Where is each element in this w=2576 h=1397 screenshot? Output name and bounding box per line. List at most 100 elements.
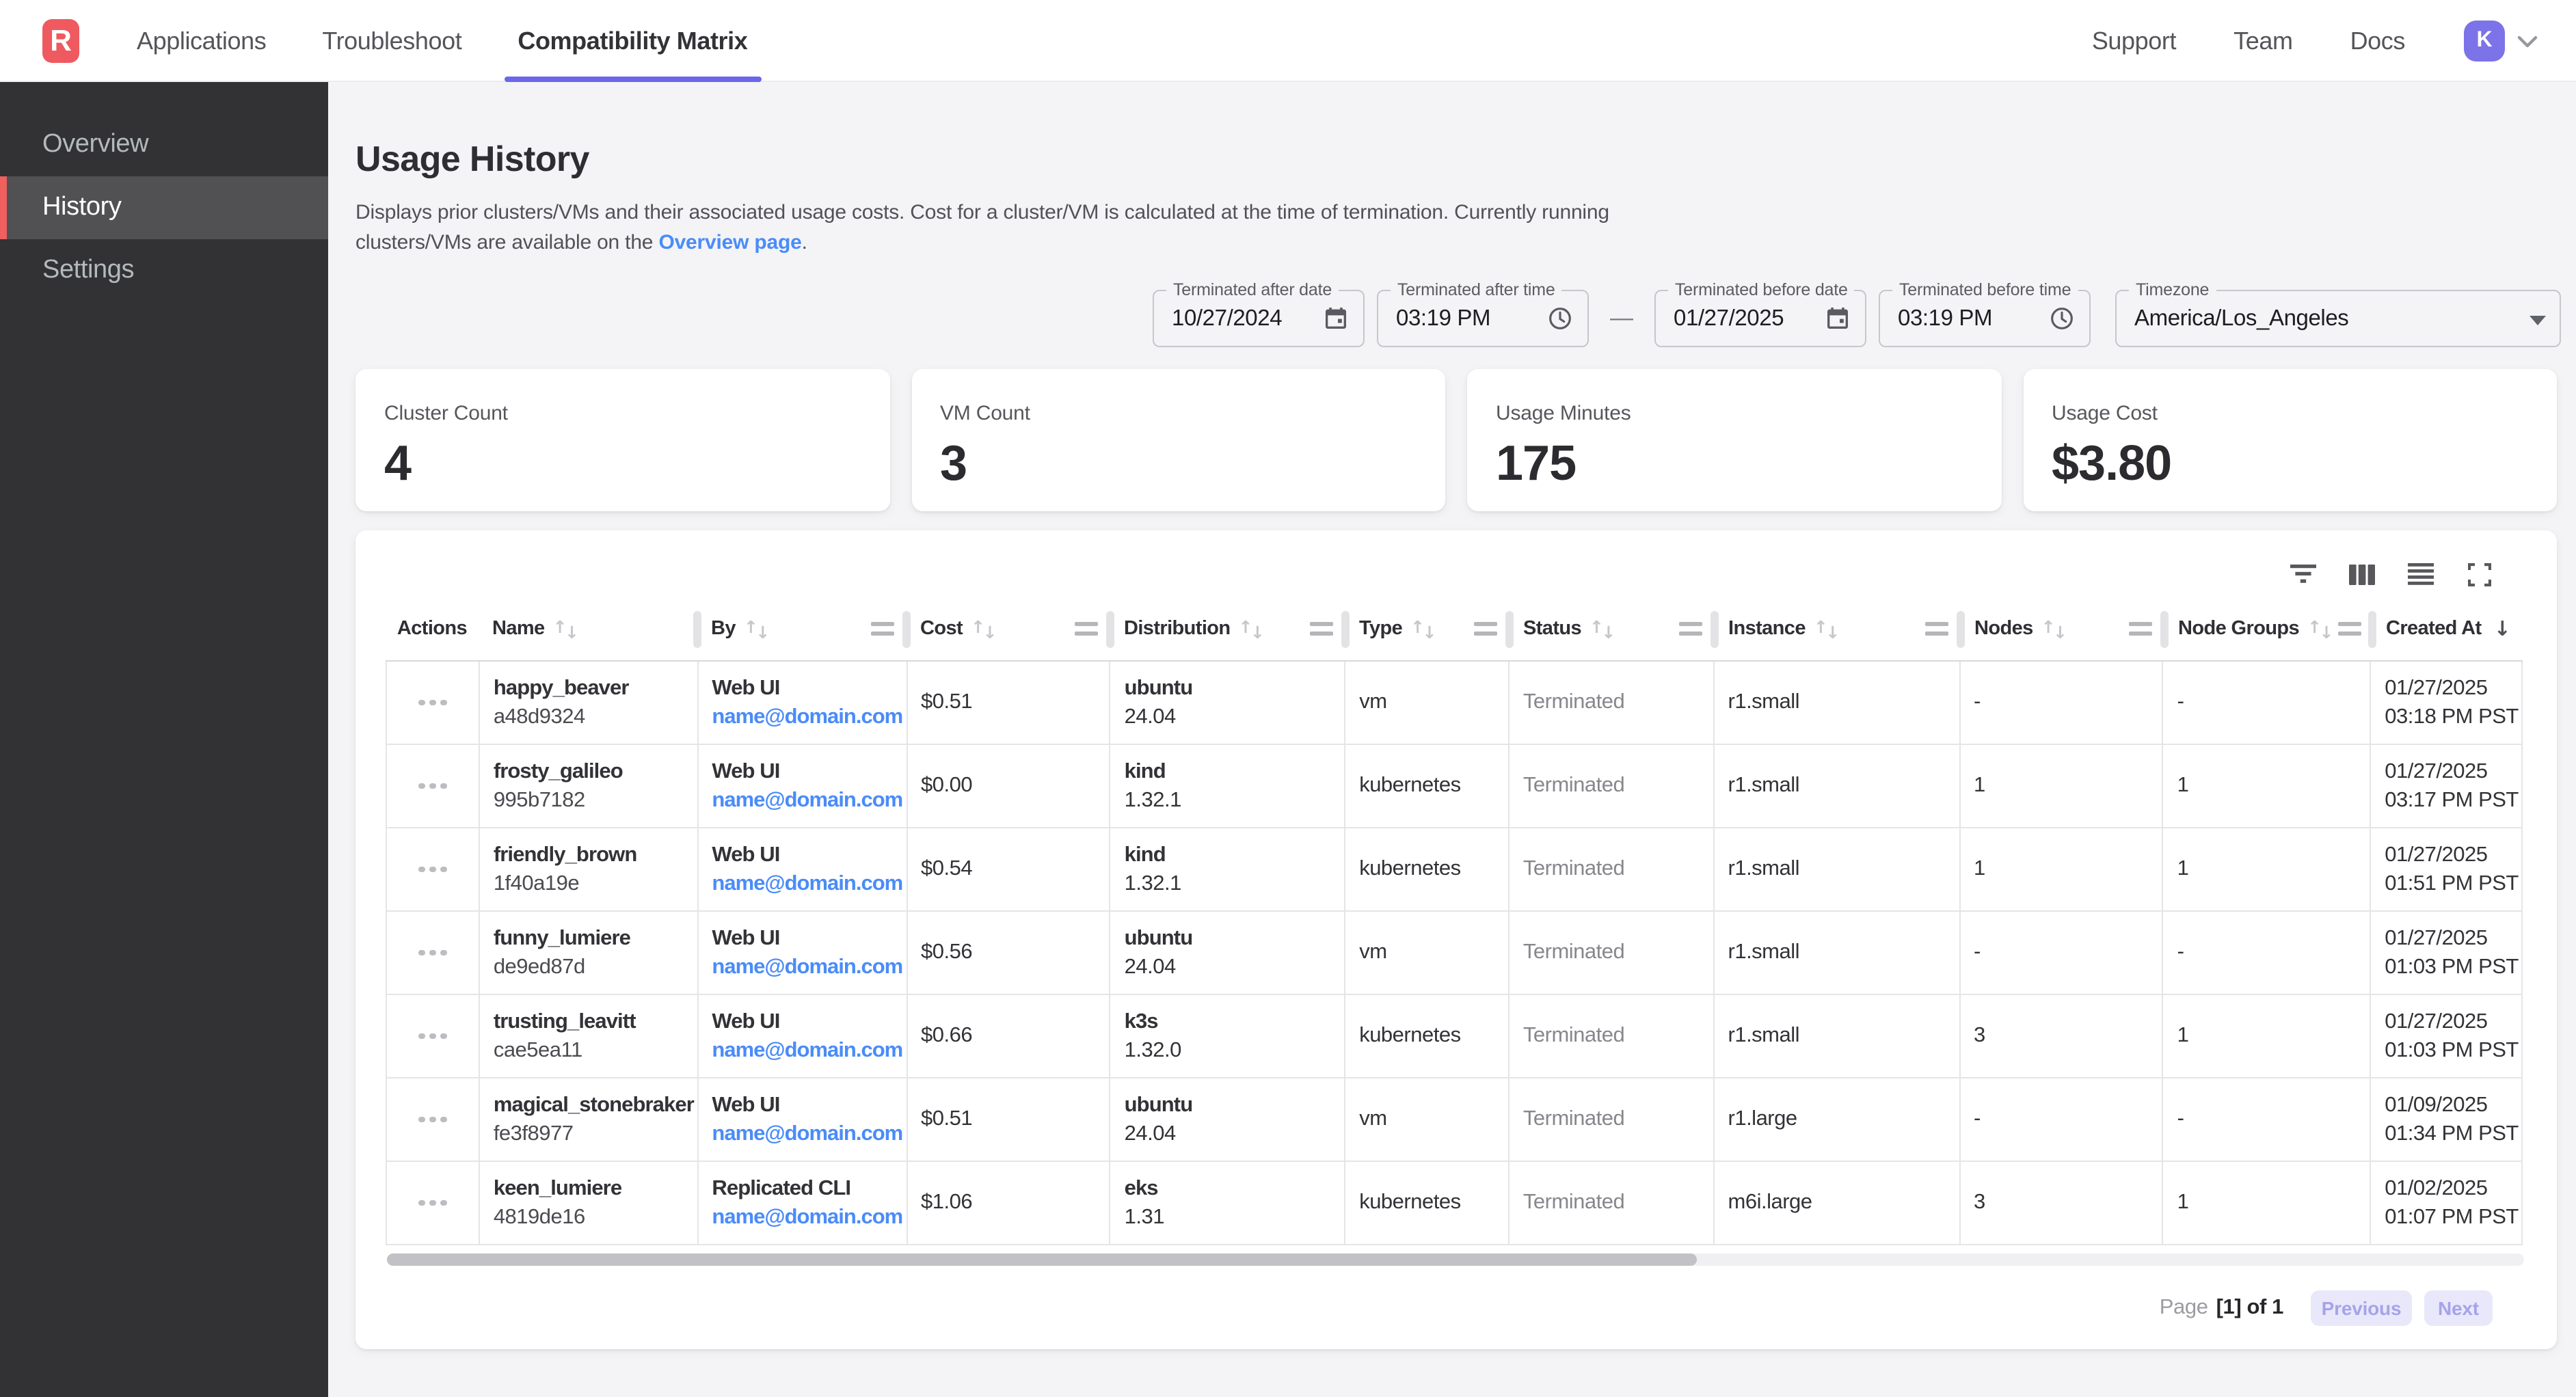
sort-icon[interactable]: ↑↓	[2307, 619, 2333, 639]
sort-icon[interactable]: ↑↓	[2041, 619, 2067, 639]
sort-icon[interactable]: ↑↓	[1589, 619, 1615, 639]
filter-field-terminated-before-time[interactable]: Terminated before time03:19 PM	[1879, 290, 2091, 347]
column-header-status[interactable]: Status↑↓	[1510, 597, 1715, 660]
nav-item-docs[interactable]: Docs	[2350, 0, 2405, 82]
column-resize-handle[interactable]	[1957, 611, 1965, 648]
nav-item-troubleshoot[interactable]: Troubleshoot	[322, 0, 461, 82]
stat-card-cluster-count: Cluster Count4	[355, 369, 889, 511]
email-link[interactable]: name@domain.com	[712, 872, 902, 895]
cell-name: friendly_brown1f40a19e	[480, 828, 699, 910]
nav-item-team[interactable]: Team	[2233, 0, 2292, 82]
chevron-down-icon[interactable]	[2517, 35, 2538, 47]
column-menu-icon[interactable]	[2333, 623, 2362, 636]
column-header-name[interactable]: Name↑↓	[479, 597, 697, 660]
cell-actions	[387, 912, 480, 994]
column-menu-icon[interactable]	[2123, 623, 2151, 636]
column-menu-icon[interactable]	[1069, 623, 1097, 636]
avatar[interactable]: K	[2464, 21, 2505, 62]
column-header-by[interactable]: By↑↓	[697, 597, 907, 660]
column-header-distribution[interactable]: Distribution↑↓	[1110, 597, 1345, 660]
created-by-email: name@domain.com	[712, 1203, 906, 1232]
column-resize-handle[interactable]	[2161, 611, 2169, 648]
email-link[interactable]: name@domain.com	[712, 789, 902, 812]
sidebar-item-history[interactable]: History	[0, 176, 328, 239]
column-resize-handle[interactable]	[2369, 611, 2376, 648]
row-actions-button[interactable]	[413, 1109, 452, 1131]
column-header-instance[interactable]: Instance ↑↓	[1715, 597, 1961, 660]
cell-node-groups: -	[2164, 912, 2372, 994]
cell-actions	[387, 1079, 480, 1161]
clock-icon[interactable]	[1546, 305, 1574, 332]
column-menu-icon[interactable]	[1468, 623, 1497, 636]
nav-item-applications[interactable]: Applications	[137, 0, 266, 82]
overview-page-link[interactable]: Overview page	[658, 230, 801, 254]
row-actions-button[interactable]	[413, 942, 452, 964]
columns-icon[interactable]	[2348, 560, 2375, 588]
email-link[interactable]: name@domain.com	[712, 1206, 902, 1229]
nav-item-compatibility-matrix[interactable]: Compatibility Matrix	[518, 0, 747, 82]
column-header-type[interactable]: Type↑↓	[1345, 597, 1510, 660]
fullscreen-icon[interactable]	[2465, 560, 2493, 588]
sort-icon[interactable]: ↑↓	[1410, 619, 1436, 639]
calendar-icon[interactable]	[1322, 305, 1350, 332]
filter-field-terminated-after-date[interactable]: Terminated after date10/27/2024	[1153, 290, 1365, 347]
nav-item-support[interactable]: Support	[2092, 0, 2176, 82]
sort-icon[interactable]: ↑↓	[971, 619, 997, 639]
email-link[interactable]: name@domain.com	[712, 955, 902, 979]
cell-node-groups-value: 1	[2177, 1189, 2370, 1218]
cell-nodes-value: -	[1974, 688, 2162, 718]
column-header-nodes[interactable]: Nodes↑↓	[1961, 597, 2164, 660]
horizontal-scrollbar-thumb[interactable]	[387, 1253, 1697, 1266]
filter-field-terminated-after-time[interactable]: Terminated after time03:19 PM	[1377, 290, 1589, 347]
cell-instance: r1.large	[1715, 1079, 1961, 1161]
sort-desc-icon[interactable]: ↓	[2494, 616, 2511, 641]
cell-nodes: -	[1960, 1079, 2164, 1161]
row-actions-button[interactable]	[413, 858, 452, 881]
calendar-icon[interactable]	[1824, 305, 1851, 332]
column-header-cost[interactable]: Cost↑↓	[907, 597, 1110, 660]
cell-distribution: ubuntu24.04	[1111, 1079, 1346, 1161]
column-resize-handle[interactable]	[1506, 611, 1514, 648]
row-actions-button[interactable]	[413, 692, 452, 714]
email-link[interactable]: name@domain.com	[712, 705, 902, 729]
row-actions-button[interactable]	[413, 1025, 452, 1048]
replicated-logo-icon[interactable]: R	[42, 19, 79, 63]
clock-icon[interactable]	[2048, 305, 2076, 332]
row-actions-button[interactable]	[413, 1192, 452, 1215]
previous-page-button[interactable]: Previous	[2311, 1290, 2412, 1326]
table-header-row: ActionsName↑↓By↑↓Cost↑↓Distribution↑↓Typ…	[386, 597, 2523, 662]
column-header-node-groups[interactable]: Node Groups↑↓	[2164, 597, 2372, 660]
column-header-created-at[interactable]: Created At↓	[2372, 597, 2523, 660]
sidebar-item-settings[interactable]: Settings	[0, 239, 328, 302]
column-menu-icon[interactable]	[1673, 623, 1702, 636]
next-page-button[interactable]: Next	[2424, 1290, 2493, 1326]
sort-icon[interactable]: ↑↓	[1814, 619, 1840, 639]
cell-node-groups-value: 1	[2177, 772, 2370, 801]
horizontal-scrollbar	[387, 1253, 2524, 1266]
sort-icon[interactable]: ↑↓	[1239, 619, 1265, 639]
email-link[interactable]: name@domain.com	[712, 1122, 902, 1145]
cluster-name: friendly_brown	[494, 840, 697, 869]
top-navigation: R Applications Troubleshoot Compatibility …	[0, 0, 2576, 82]
column-resize-handle[interactable]	[694, 611, 701, 648]
sort-icon[interactable]: ↑↓	[744, 619, 770, 639]
email-link[interactable]: name@domain.com	[712, 1039, 902, 1062]
column-resize-handle[interactable]	[1107, 611, 1114, 648]
column-menu-icon[interactable]	[1304, 623, 1332, 636]
column-resize-handle[interactable]	[903, 611, 911, 648]
column-resize-handle[interactable]	[1711, 611, 1719, 648]
row-actions-button[interactable]	[413, 775, 452, 798]
sidebar-item-overview[interactable]: Overview	[0, 113, 328, 176]
filter-field-terminated-before-date[interactable]: Terminated before date01/27/2025	[1654, 290, 1866, 347]
density-icon[interactable]	[2406, 560, 2434, 588]
column-header-label: Instance	[1728, 618, 1806, 640]
filter-icon[interactable]	[2289, 560, 2316, 588]
created-by-email: name@domain.com	[712, 703, 906, 732]
cell-instance-value: r1.small	[1728, 1022, 1959, 1051]
column-resize-handle[interactable]	[1342, 611, 1350, 648]
sort-icon[interactable]: ↑↓	[553, 619, 579, 639]
cluster-name: keen_lumiere	[494, 1174, 697, 1203]
timezone-select[interactable]: TimezoneAmerica/Los_Angeles	[2115, 290, 2561, 347]
column-menu-icon[interactable]	[865, 623, 894, 636]
column-menu-icon[interactable]	[1919, 623, 1948, 636]
